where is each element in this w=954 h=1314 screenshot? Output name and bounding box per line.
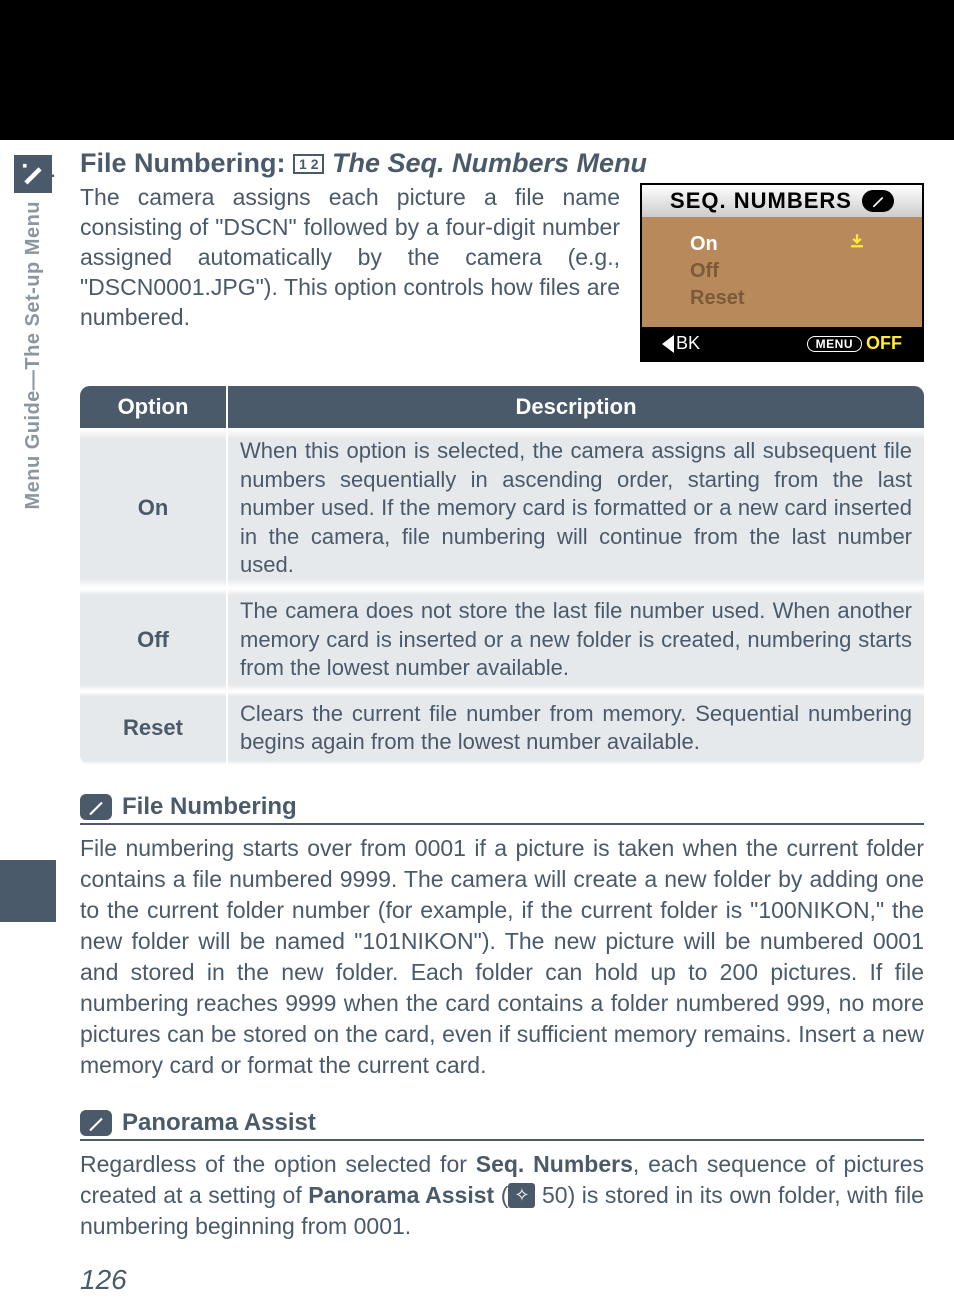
lcd-item-off: Off [690, 258, 874, 285]
table-cell-desc: The camera does not store the last file … [228, 589, 924, 691]
lcd-footer: BK MENU OFF [642, 327, 922, 360]
side-tab: . Menu Guide—The Set-up Menu [14, 155, 64, 615]
side-tab-setup-icon: . [14, 155, 52, 193]
page-top-black-banner [0, 0, 954, 140]
menu-pill: MENU [807, 336, 862, 352]
lcd-item-on: On [690, 231, 874, 258]
note-header-file-numbering: File Numbering [80, 793, 924, 825]
intro-paragraph: The camera assigns each picture a file n… [80, 183, 620, 332]
lcd-back: BK [662, 333, 700, 354]
note-title: File Numbering [122, 793, 297, 821]
lcd-title-bar: SEQ. NUMBERS [642, 185, 922, 217]
table-cell-desc: Clears the current file number from memo… [228, 692, 924, 765]
table-header-description: Description [228, 386, 924, 428]
left-thumb-index-marker [0, 860, 56, 922]
note-pencil-icon [80, 1110, 112, 1136]
section-heading: File Numbering: 1 2 The Seq. Numbers Men… [80, 148, 924, 179]
lcd-body: On Off Reset [642, 217, 922, 327]
page-number: 126 [80, 1264, 954, 1296]
options-table: Option Description On When this option i… [80, 386, 924, 765]
seq-numbers-inline-icon: 1 2 [293, 154, 324, 174]
cross-ref-icon: ✧ [508, 1183, 535, 1207]
table-cell-desc: When this option is selected, the camera… [228, 429, 924, 588]
note-pencil-icon [80, 794, 112, 820]
table-cell-option: On [80, 429, 228, 588]
table-cell-option: Reset [80, 692, 228, 765]
setup-pencil-icon [862, 190, 894, 212]
lcd-title: SEQ. NUMBERS [670, 188, 852, 214]
table-row: Reset Clears the current file number fro… [80, 691, 924, 765]
note-title: Panorama Assist [122, 1109, 316, 1137]
note-body-panorama: Regardless of the option selected for Se… [80, 1149, 924, 1242]
lcd-off-label: OFF [866, 333, 902, 354]
lcd-screen: SEQ. NUMBERS On Off Reset BK [640, 183, 924, 362]
table-row: Off The camera does not store the last f… [80, 588, 924, 691]
heading-italic: The Seq. Numbers Menu [332, 148, 647, 178]
lcd-menu-off: MENU OFF [807, 333, 902, 354]
table-row: On When this option is selected, the cam… [80, 428, 924, 588]
side-tab-label: Menu Guide—The Set-up Menu [22, 201, 45, 510]
download-icon [848, 232, 866, 256]
triangle-left-icon [662, 335, 674, 353]
table-header-option: Option [80, 386, 228, 428]
heading-prefix: File Numbering: [80, 148, 293, 178]
lcd-item-reset: Reset [690, 285, 874, 312]
table-header-row: Option Description [80, 386, 924, 428]
note-header-panorama: Panorama Assist [80, 1109, 924, 1141]
note-body-file-numbering: File numbering starts over from 0001 if … [80, 833, 924, 1081]
table-cell-option: Off [80, 589, 228, 691]
